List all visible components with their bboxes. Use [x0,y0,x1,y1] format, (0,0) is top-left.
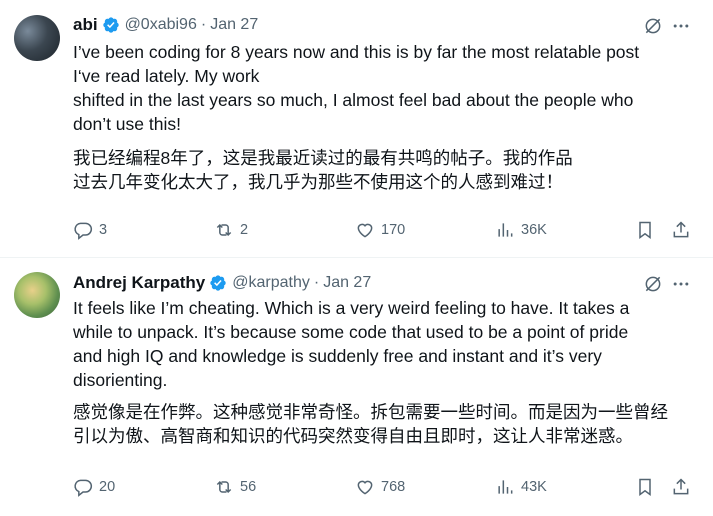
repost-count: 56 [240,479,257,495]
like-count: 170 [381,222,406,238]
text-line: and high IQ and knowledge is suddenly fr… [73,346,602,366]
view-count: 36K [521,222,547,238]
repost-icon [216,480,232,494]
avatar[interactable] [14,15,60,61]
share-icon [673,478,689,495]
repost-button[interactable]: 56 [214,475,256,499]
action-bar: 3 2 170 36K [73,218,699,242]
reply-button[interactable]: 3 [73,218,107,242]
tweet[interactable]: abi @0xabi96 · Jan 27 I’ve been coding f… [0,0,713,258]
action-bar: 20 56 768 43K [73,475,699,499]
reply-icon [74,479,93,497]
text-line: disorienting. [73,370,168,390]
share-icon [673,221,689,238]
author-name[interactable]: Andrej Karpathy [73,273,205,293]
reply-count: 20 [99,479,116,495]
post-date[interactable]: Jan 27 [323,274,371,292]
avatar[interactable] [14,272,60,318]
reply-count: 3 [99,222,108,238]
view-count: 43K [521,479,547,495]
grok-icon[interactable] [643,16,663,36]
views-button[interactable]: 36K [495,218,547,242]
bookmark-icon [639,221,651,239]
repost-count: 2 [240,222,249,238]
like-count: 768 [381,479,406,495]
grok-icon[interactable] [643,274,663,294]
tweet-text-english: I’ve been coding for 8 years now and thi… [73,40,693,136]
text-line: I‘ve read lately. My work [73,66,260,86]
author-handle[interactable]: @karpathy [232,274,310,292]
text-line: I’ve been coding for 8 years now and thi… [73,42,640,62]
author-handle[interactable]: @0xabi96 [125,16,197,34]
share-button[interactable] [671,475,691,499]
separator: · [200,16,207,33]
tweet-text-chinese: 我已经编程8年了，这是我最近读过的最有共鸣的帖子。我的作品 过去几年变化太大了，… [73,146,693,194]
heart-icon [357,223,373,238]
bookmark-button[interactable] [635,218,655,242]
like-button[interactable]: 768 [355,475,405,499]
text-line: 引以为傲、高智商和知识的代码突然变得自由且即时，这让人非常迷惑。 [73,426,633,446]
tweet[interactable]: Andrej Karpathy @karpathy · Jan 27 It fe… [0,258,713,516]
text-line: while to unpack. It’s because some code … [73,322,629,342]
text-line: shifted in the last years so much, I alm… [73,90,634,110]
text-line: 我已经编程8年了，这是我最近读过的最有共鸣的帖子。我的作品 [73,148,573,168]
like-button[interactable]: 170 [355,218,405,242]
reply-icon [74,222,93,240]
views-icon [498,223,513,237]
text-line: don’t use this! [73,114,181,134]
post-date[interactable]: Jan 27 [210,16,258,34]
text-line: 过去几年变化太大了，我几乎为那些不使用这个的人感到难过！ [73,172,563,192]
separator: · [313,274,320,291]
text-line: 感觉像是在作弊。这种感觉非常奇怪。拆包需要一些时间。而是因为一些曾经 [73,402,668,422]
tweet-text-chinese: 感觉像是在作弊。这种感觉非常奇怪。拆包需要一些时间。而是因为一些曾经 引以为傲、… [73,400,693,448]
verified-badge-icon [102,17,119,33]
more-icon[interactable] [671,274,691,294]
text-line: It feels like I’m cheating. Which is a v… [73,298,630,318]
reply-button[interactable]: 20 [73,475,115,499]
views-icon [498,480,513,494]
views-button[interactable]: 43K [495,475,547,499]
more-icon[interactable] [671,16,691,36]
heart-icon [357,480,373,495]
tweet-text-english: It feels like I’m cheating. Which is a v… [73,296,693,392]
repost-icon [216,223,232,237]
share-button[interactable] [671,218,691,242]
tweet-header: Andrej Karpathy @karpathy · Jan 27 [73,272,371,294]
author-name[interactable]: abi [73,15,98,35]
verified-badge-icon [210,275,226,291]
bookmark-button[interactable] [635,475,655,499]
tweet-header: abi @0xabi96 · Jan 27 [73,14,258,36]
repost-button[interactable]: 2 [214,218,248,242]
bookmark-icon [639,478,651,496]
